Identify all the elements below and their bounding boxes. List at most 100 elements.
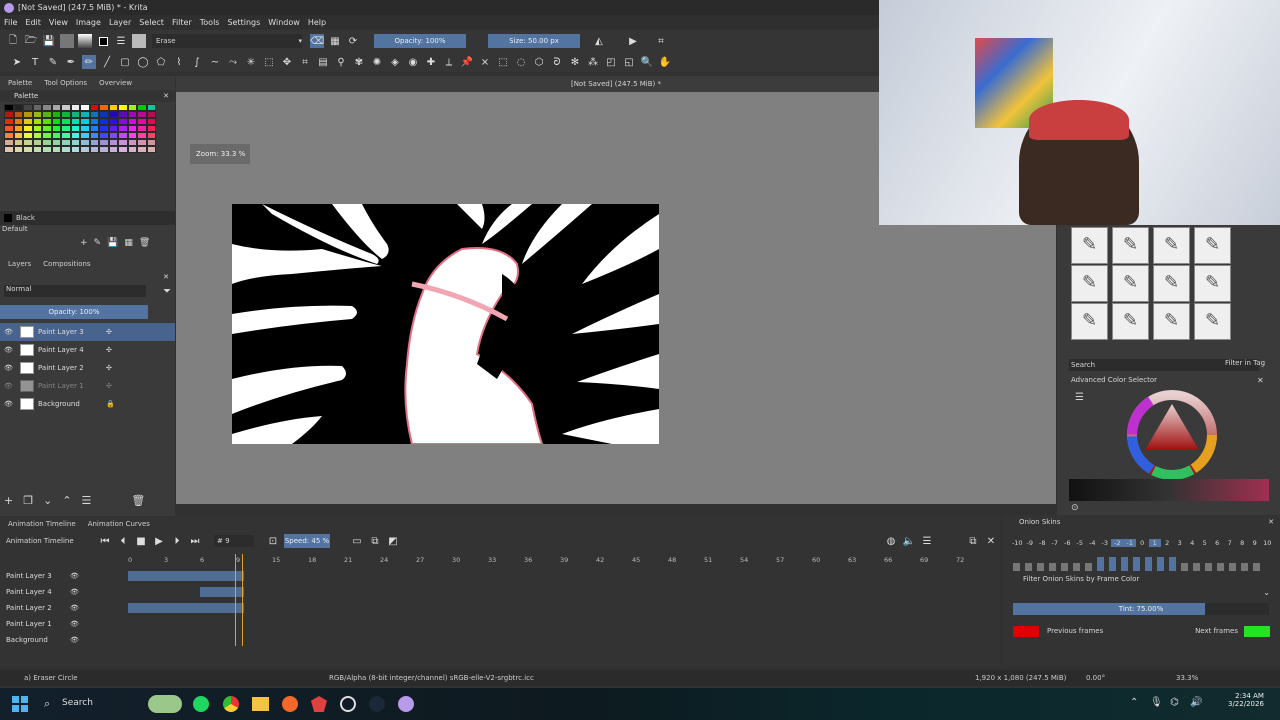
onion-opacity-bar[interactable] bbox=[1181, 563, 1188, 571]
palette-swatch[interactable] bbox=[89, 125, 99, 132]
last-frame-icon[interactable]: ⏭ bbox=[188, 534, 202, 548]
save-palette-icon[interactable]: 💾 bbox=[107, 238, 118, 248]
palette-swatch[interactable] bbox=[70, 139, 80, 146]
color-settings-icon[interactable]: ☰ bbox=[1075, 392, 1084, 403]
onion-opacity-bar[interactable] bbox=[1133, 557, 1140, 571]
windows-start-icon[interactable] bbox=[12, 696, 28, 712]
palette-swatch[interactable] bbox=[99, 146, 109, 153]
layer-opacity-slider[interactable]: Opacity: 100% bbox=[0, 305, 148, 319]
palette-swatch[interactable] bbox=[127, 118, 137, 125]
play-icon[interactable]: ▶ bbox=[152, 534, 166, 548]
calligraphy-icon[interactable]: ✒ bbox=[64, 55, 78, 69]
onion-opacity-bar[interactable] bbox=[1205, 563, 1212, 571]
palette-swatch[interactable] bbox=[32, 104, 42, 111]
palette-swatch[interactable] bbox=[89, 104, 99, 111]
palette-swatch[interactable] bbox=[61, 132, 71, 139]
previous-frames-color[interactable] bbox=[1013, 625, 1039, 637]
palette-swatch[interactable] bbox=[127, 111, 137, 118]
layer-row[interactable]: 👁 Background 🔒 bbox=[0, 395, 175, 413]
taskbar-search[interactable]: Search bbox=[62, 698, 93, 708]
frame-number-input[interactable]: # 9 bbox=[214, 535, 254, 547]
palette-swatch[interactable] bbox=[23, 125, 33, 132]
onion-frame-number[interactable]: 3 bbox=[1174, 539, 1187, 547]
keyframe-block[interactable] bbox=[128, 603, 244, 613]
similar-select-icon[interactable]: ⁂ bbox=[586, 55, 600, 69]
palette-swatch[interactable] bbox=[127, 139, 137, 146]
alpha-lock-icon[interactable]: ✣ bbox=[106, 328, 112, 336]
close-icon[interactable]: ✕ bbox=[984, 534, 998, 548]
palette-swatch[interactable] bbox=[99, 132, 109, 139]
brush-preset[interactable]: ✎ bbox=[1153, 303, 1190, 340]
layer-row[interactable]: 👁 Paint Layer 3 ✣ bbox=[0, 323, 175, 341]
delete-icon[interactable]: 🗑 bbox=[139, 238, 150, 248]
onion-frame-number[interactable]: -9 bbox=[1024, 539, 1037, 547]
onion-skins-icon[interactable]: ◍ bbox=[884, 534, 898, 548]
palette-swatch[interactable] bbox=[32, 132, 42, 139]
layer-row[interactable]: 👁 Paint Layer 2 ✣ bbox=[0, 359, 175, 377]
onion-frame-number[interactable]: -10 bbox=[1011, 539, 1024, 547]
onion-frame-number[interactable]: -2 bbox=[1111, 539, 1124, 547]
freehand-brush-icon[interactable]: ✏ bbox=[82, 55, 96, 69]
menu-layer[interactable]: Layer bbox=[105, 18, 135, 27]
onion-opacity-bar[interactable] bbox=[1061, 563, 1068, 571]
close-icon[interactable]: ✕ bbox=[1257, 376, 1264, 385]
palette-swatch[interactable] bbox=[4, 132, 14, 139]
brush-preset[interactable]: ✎ bbox=[1112, 227, 1149, 264]
menu-view[interactable]: View bbox=[45, 18, 72, 27]
onion-frame-number[interactable]: 8 bbox=[1236, 539, 1249, 547]
palette-swatch[interactable] bbox=[23, 118, 33, 125]
onion-opacity-bar[interactable] bbox=[1229, 563, 1236, 571]
palette-swatch[interactable] bbox=[42, 146, 52, 153]
onion-frame-number[interactable]: -4 bbox=[1086, 539, 1099, 547]
layer-menu-icon[interactable]: ☰ bbox=[82, 494, 92, 507]
enclose-fill-icon[interactable]: ◉ bbox=[406, 55, 420, 69]
brush-preset[interactable]: ✎ bbox=[1071, 303, 1108, 340]
palette-swatch[interactable] bbox=[89, 118, 99, 125]
opacity-slider[interactable]: Opacity: 100% bbox=[374, 34, 466, 48]
reference-images-icon[interactable]: 📌 bbox=[460, 55, 474, 69]
layer-row[interactable]: 👁 Paint Layer 4 ✣ bbox=[0, 341, 175, 359]
mirror-horizontal-icon[interactable]: ◭ bbox=[592, 34, 606, 48]
palette-swatch[interactable] bbox=[146, 104, 156, 111]
taskbar-clock[interactable]: 2:34 AM 3/22/2026 bbox=[1228, 692, 1264, 708]
timeline-ruler[interactable]: 0 3 6 9 15 18 21 24 27 30 33 36 39 42 45 48 51 54 57 60 63 66… bbox=[0, 554, 1000, 568]
palette-swatch[interactable] bbox=[61, 104, 71, 111]
palette-swatch[interactable] bbox=[4, 146, 14, 153]
palette-swatch[interactable] bbox=[99, 104, 109, 111]
palette-swatch[interactable] bbox=[70, 104, 80, 111]
bezier-tool-icon[interactable]: ∫ bbox=[190, 55, 204, 69]
microphone-icon[interactable]: 🎙 bbox=[1150, 697, 1163, 708]
obs-icon[interactable] bbox=[340, 696, 356, 712]
rect-select-icon[interactable]: ⬚ bbox=[496, 55, 510, 69]
onion-opacity-bar[interactable] bbox=[1157, 557, 1164, 571]
close-icon[interactable]: ✕ bbox=[1268, 518, 1274, 526]
palette-swatch[interactable] bbox=[23, 139, 33, 146]
measure-tool-icon[interactable]: ⟂ bbox=[442, 55, 456, 69]
open-file-icon[interactable]: 🗁 bbox=[24, 34, 38, 48]
palette-swatch[interactable] bbox=[42, 125, 52, 132]
line-tool-icon[interactable]: ╱ bbox=[100, 55, 114, 69]
palette-swatch[interactable] bbox=[108, 118, 118, 125]
onion-opacity-bars[interactable] bbox=[1003, 551, 1280, 571]
menu-settings[interactable]: Settings bbox=[223, 18, 264, 27]
palette-swatch[interactable] bbox=[118, 104, 128, 111]
fg-bg-color-icon[interactable] bbox=[96, 34, 110, 48]
close-icon[interactable]: ✕ bbox=[163, 92, 169, 100]
tab-animation-curves[interactable]: Animation Curves bbox=[88, 520, 150, 528]
fill-tool-icon[interactable]: ◈ bbox=[388, 55, 402, 69]
visibility-icon[interactable]: 👁 bbox=[4, 346, 16, 354]
crop-tool-icon[interactable]: ⌗ bbox=[298, 55, 312, 69]
palette-swatch[interactable] bbox=[99, 111, 109, 118]
steam-icon[interactable] bbox=[369, 696, 385, 712]
add-layer-icon[interactable]: + bbox=[4, 494, 13, 507]
palette-swatch[interactable] bbox=[108, 139, 118, 146]
visibility-icon[interactable]: 👁 bbox=[70, 636, 79, 644]
brush-preset[interactable]: ✎ bbox=[1194, 227, 1231, 264]
edit-shapes-icon[interactable]: ✎ bbox=[46, 55, 60, 69]
chrome-icon[interactable] bbox=[223, 696, 239, 712]
delete-layer-icon[interactable]: 🗑 bbox=[131, 494, 145, 507]
brush-preset[interactable]: ✎ bbox=[1071, 227, 1108, 264]
palette-swatch[interactable] bbox=[137, 118, 147, 125]
onion-opacity-bar[interactable] bbox=[1097, 557, 1104, 571]
onion-frame-number[interactable]: -5 bbox=[1074, 539, 1087, 547]
